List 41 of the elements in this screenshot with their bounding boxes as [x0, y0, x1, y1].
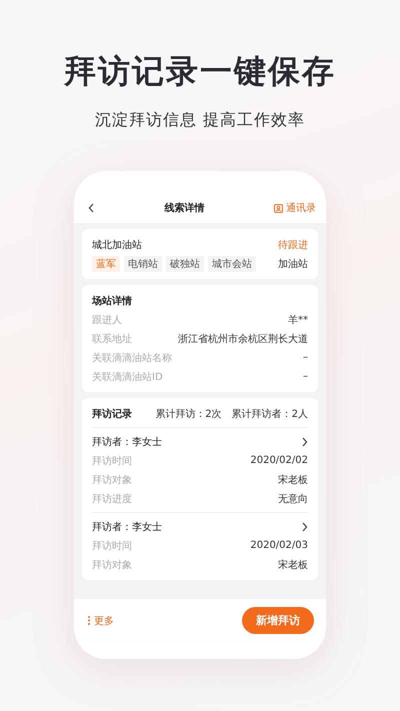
contacts-link[interactable]: 通讯录: [274, 201, 316, 215]
headline: 拜访记录一键保存: [64, 51, 336, 92]
field-value: –: [303, 352, 308, 363]
station-type: 加油站: [278, 258, 308, 270]
field-label: 拜访对象: [92, 558, 132, 572]
field-value: 宋老板: [278, 558, 308, 572]
field-value: 2020/02/02: [250, 455, 308, 466]
field-label: 拜访进度: [92, 492, 132, 506]
field-label: 拜访时间: [92, 454, 132, 468]
field-value: 无意向: [278, 492, 308, 506]
section-title: 场站详情: [92, 294, 132, 308]
station-name: 城北加油站: [92, 238, 142, 252]
add-visit-button[interactable]: 新增拜访: [242, 607, 314, 634]
field-value: 羊**: [288, 314, 308, 326]
more-button[interactable]: 更多: [88, 614, 114, 628]
field-label: 拜访时间: [92, 540, 132, 552]
field-label: 跟进人: [92, 314, 122, 326]
screen-title: 线索详情: [164, 201, 204, 215]
field-label: 关联滴滴油站ID: [92, 370, 163, 384]
subheadline: 沉淀拜访信息 提高工作效率: [94, 110, 306, 131]
station-tag: 蓝军: [92, 256, 120, 272]
visitor-name[interactable]: 拜访者：李女士: [92, 434, 162, 448]
field-value: 浙江省杭州市余杭区荆长大道: [178, 332, 308, 346]
field-value: 宋老板: [278, 474, 308, 486]
chevron-right-icon: [301, 522, 308, 532]
back-icon[interactable]: [88, 203, 95, 213]
station-tag: 城市会站: [208, 256, 256, 272]
visit-count: 累计拜访：2次: [155, 408, 222, 420]
contact-card-icon: [274, 204, 283, 212]
field-label: 拜访对象: [92, 474, 132, 486]
field-value: 2020/02/03: [250, 540, 308, 551]
visitor-name[interactable]: 拜访者：李女士: [92, 520, 162, 534]
field-label: 关联滴滴油站名称: [92, 352, 172, 364]
chevron-right-icon: [301, 436, 308, 446]
field-label: 联系地址: [92, 332, 132, 346]
station-tag: 破独站: [166, 256, 204, 272]
station-tag: 电销站: [124, 256, 162, 272]
visitor-count: 累计拜访者：2人: [232, 408, 308, 420]
section-title: 拜访记录: [92, 407, 132, 420]
status-label: 待跟进: [278, 238, 308, 252]
field-value: –: [303, 371, 308, 382]
